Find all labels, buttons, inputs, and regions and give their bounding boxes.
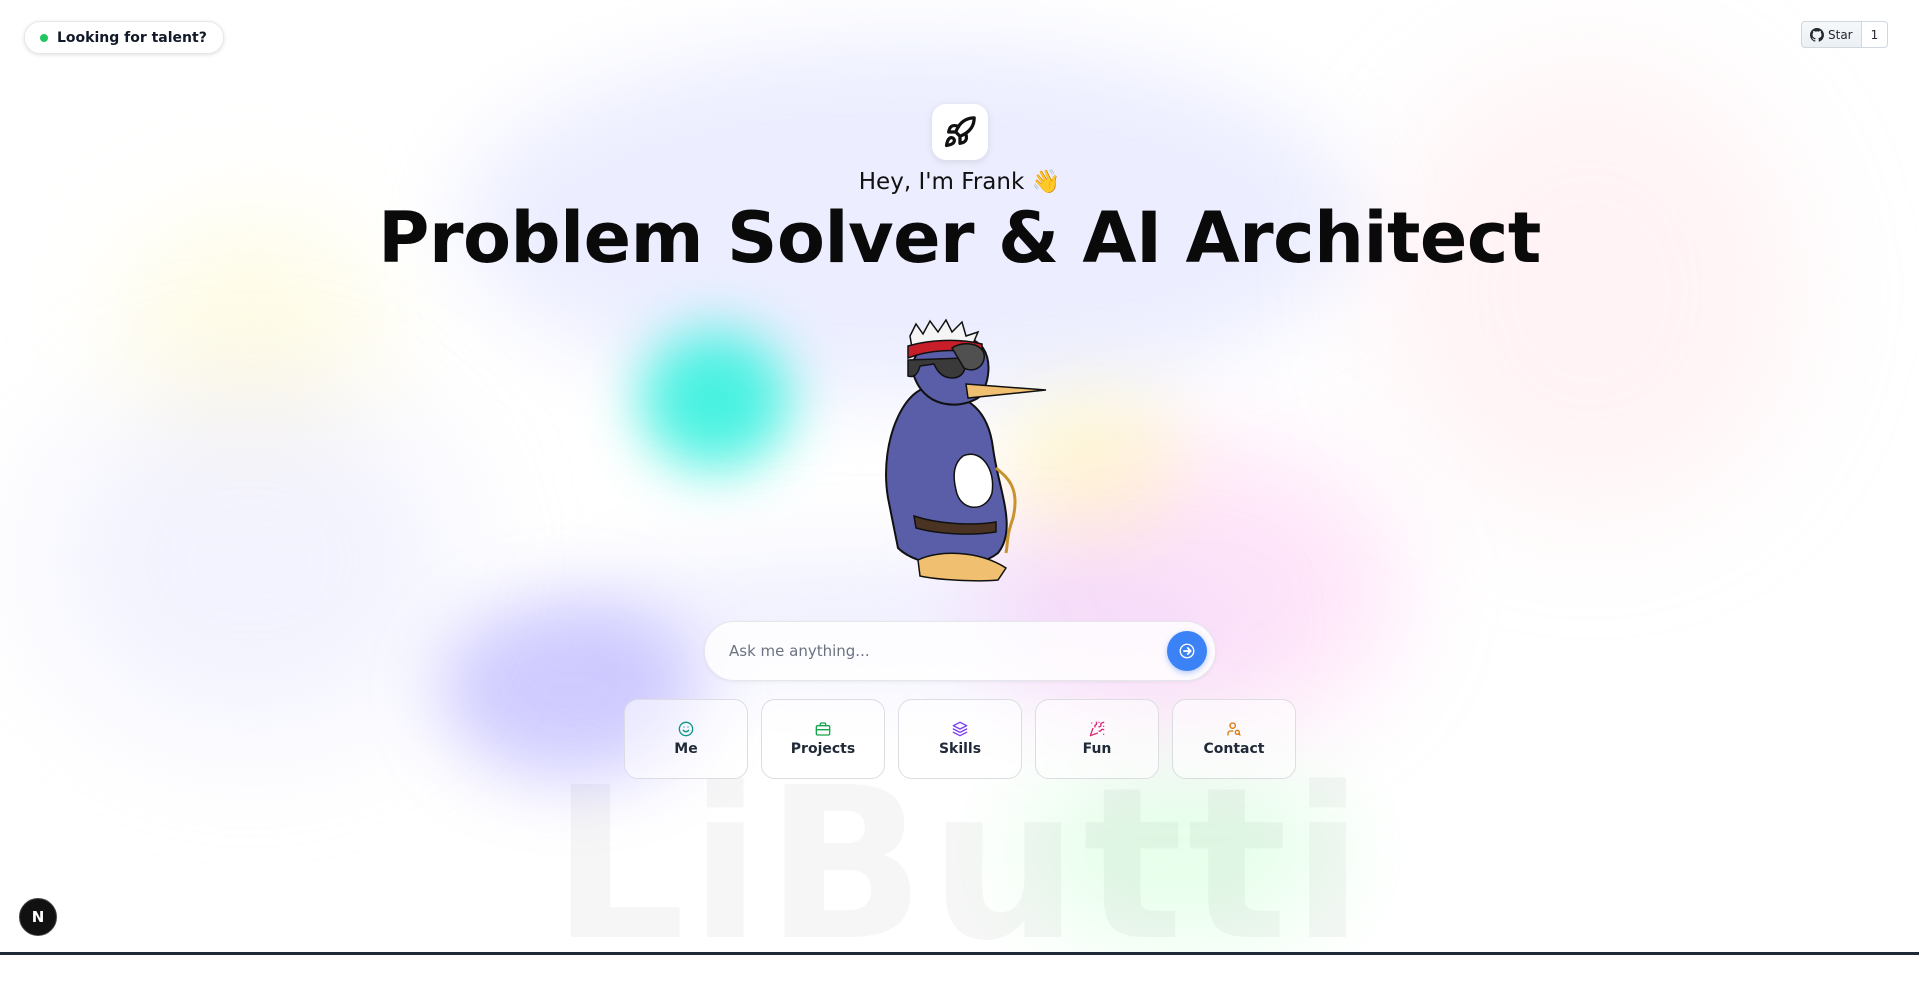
rocket-logo <box>932 104 988 160</box>
page-title: Problem Solver & AI Architect <box>378 197 1541 279</box>
status-dot <box>40 33 48 42</box>
ask-input[interactable] <box>705 621 1167 681</box>
briefcase-icon <box>815 722 831 736</box>
rocket-icon <box>944 116 976 148</box>
greeting: Hey, I'm Frank 👋 <box>0 166 1919 198</box>
quick-action-label: Fun <box>1082 741 1112 757</box>
quick-action-label: Contact <box>1203 741 1265 757</box>
user-search-icon <box>1227 722 1241 736</box>
arrow-right-icon <box>1179 643 1195 659</box>
quick-action-me[interactable]: Me <box>624 699 748 779</box>
github-icon <box>1810 27 1824 42</box>
github-star-label: Star <box>1828 27 1853 42</box>
penguin-mascot <box>885 318 1047 582</box>
ask-bar <box>704 621 1216 681</box>
quick-action-projects[interactable]: Projects <box>761 699 885 779</box>
github-star-count[interactable]: 1 <box>1861 21 1889 48</box>
layers-icon <box>952 721 968 737</box>
talent-badge-label: Looking for talent? <box>57 29 207 46</box>
quick-action-fun[interactable]: Fun <box>1035 699 1159 779</box>
quick-action-contact[interactable]: Contact <box>1172 699 1296 779</box>
looking-for-talent-button[interactable]: Looking for talent? <box>24 21 224 54</box>
wave-emoji: 👋 <box>1031 169 1061 195</box>
nextjs-dev-badge[interactable]: N <box>19 898 57 936</box>
quick-action-label: Me <box>674 741 698 757</box>
quick-action-label: Skills <box>938 741 982 757</box>
send-button[interactable] <box>1167 631 1207 671</box>
quick-action-label: Projects <box>790 741 856 757</box>
greeting-text: Hey, I'm Frank <box>858 169 1025 195</box>
github-star-button[interactable]: Star <box>1801 21 1862 48</box>
smile-icon <box>678 721 694 737</box>
quick-actions: Me Projects Skills Fun Contact <box>624 699 1296 779</box>
quick-action-skills[interactable]: Skills <box>898 699 1022 779</box>
watermark-text: LiButti <box>0 760 1919 970</box>
party-popper-icon <box>1089 721 1105 737</box>
github-star-widget[interactable]: Star 1 <box>1801 21 1889 48</box>
